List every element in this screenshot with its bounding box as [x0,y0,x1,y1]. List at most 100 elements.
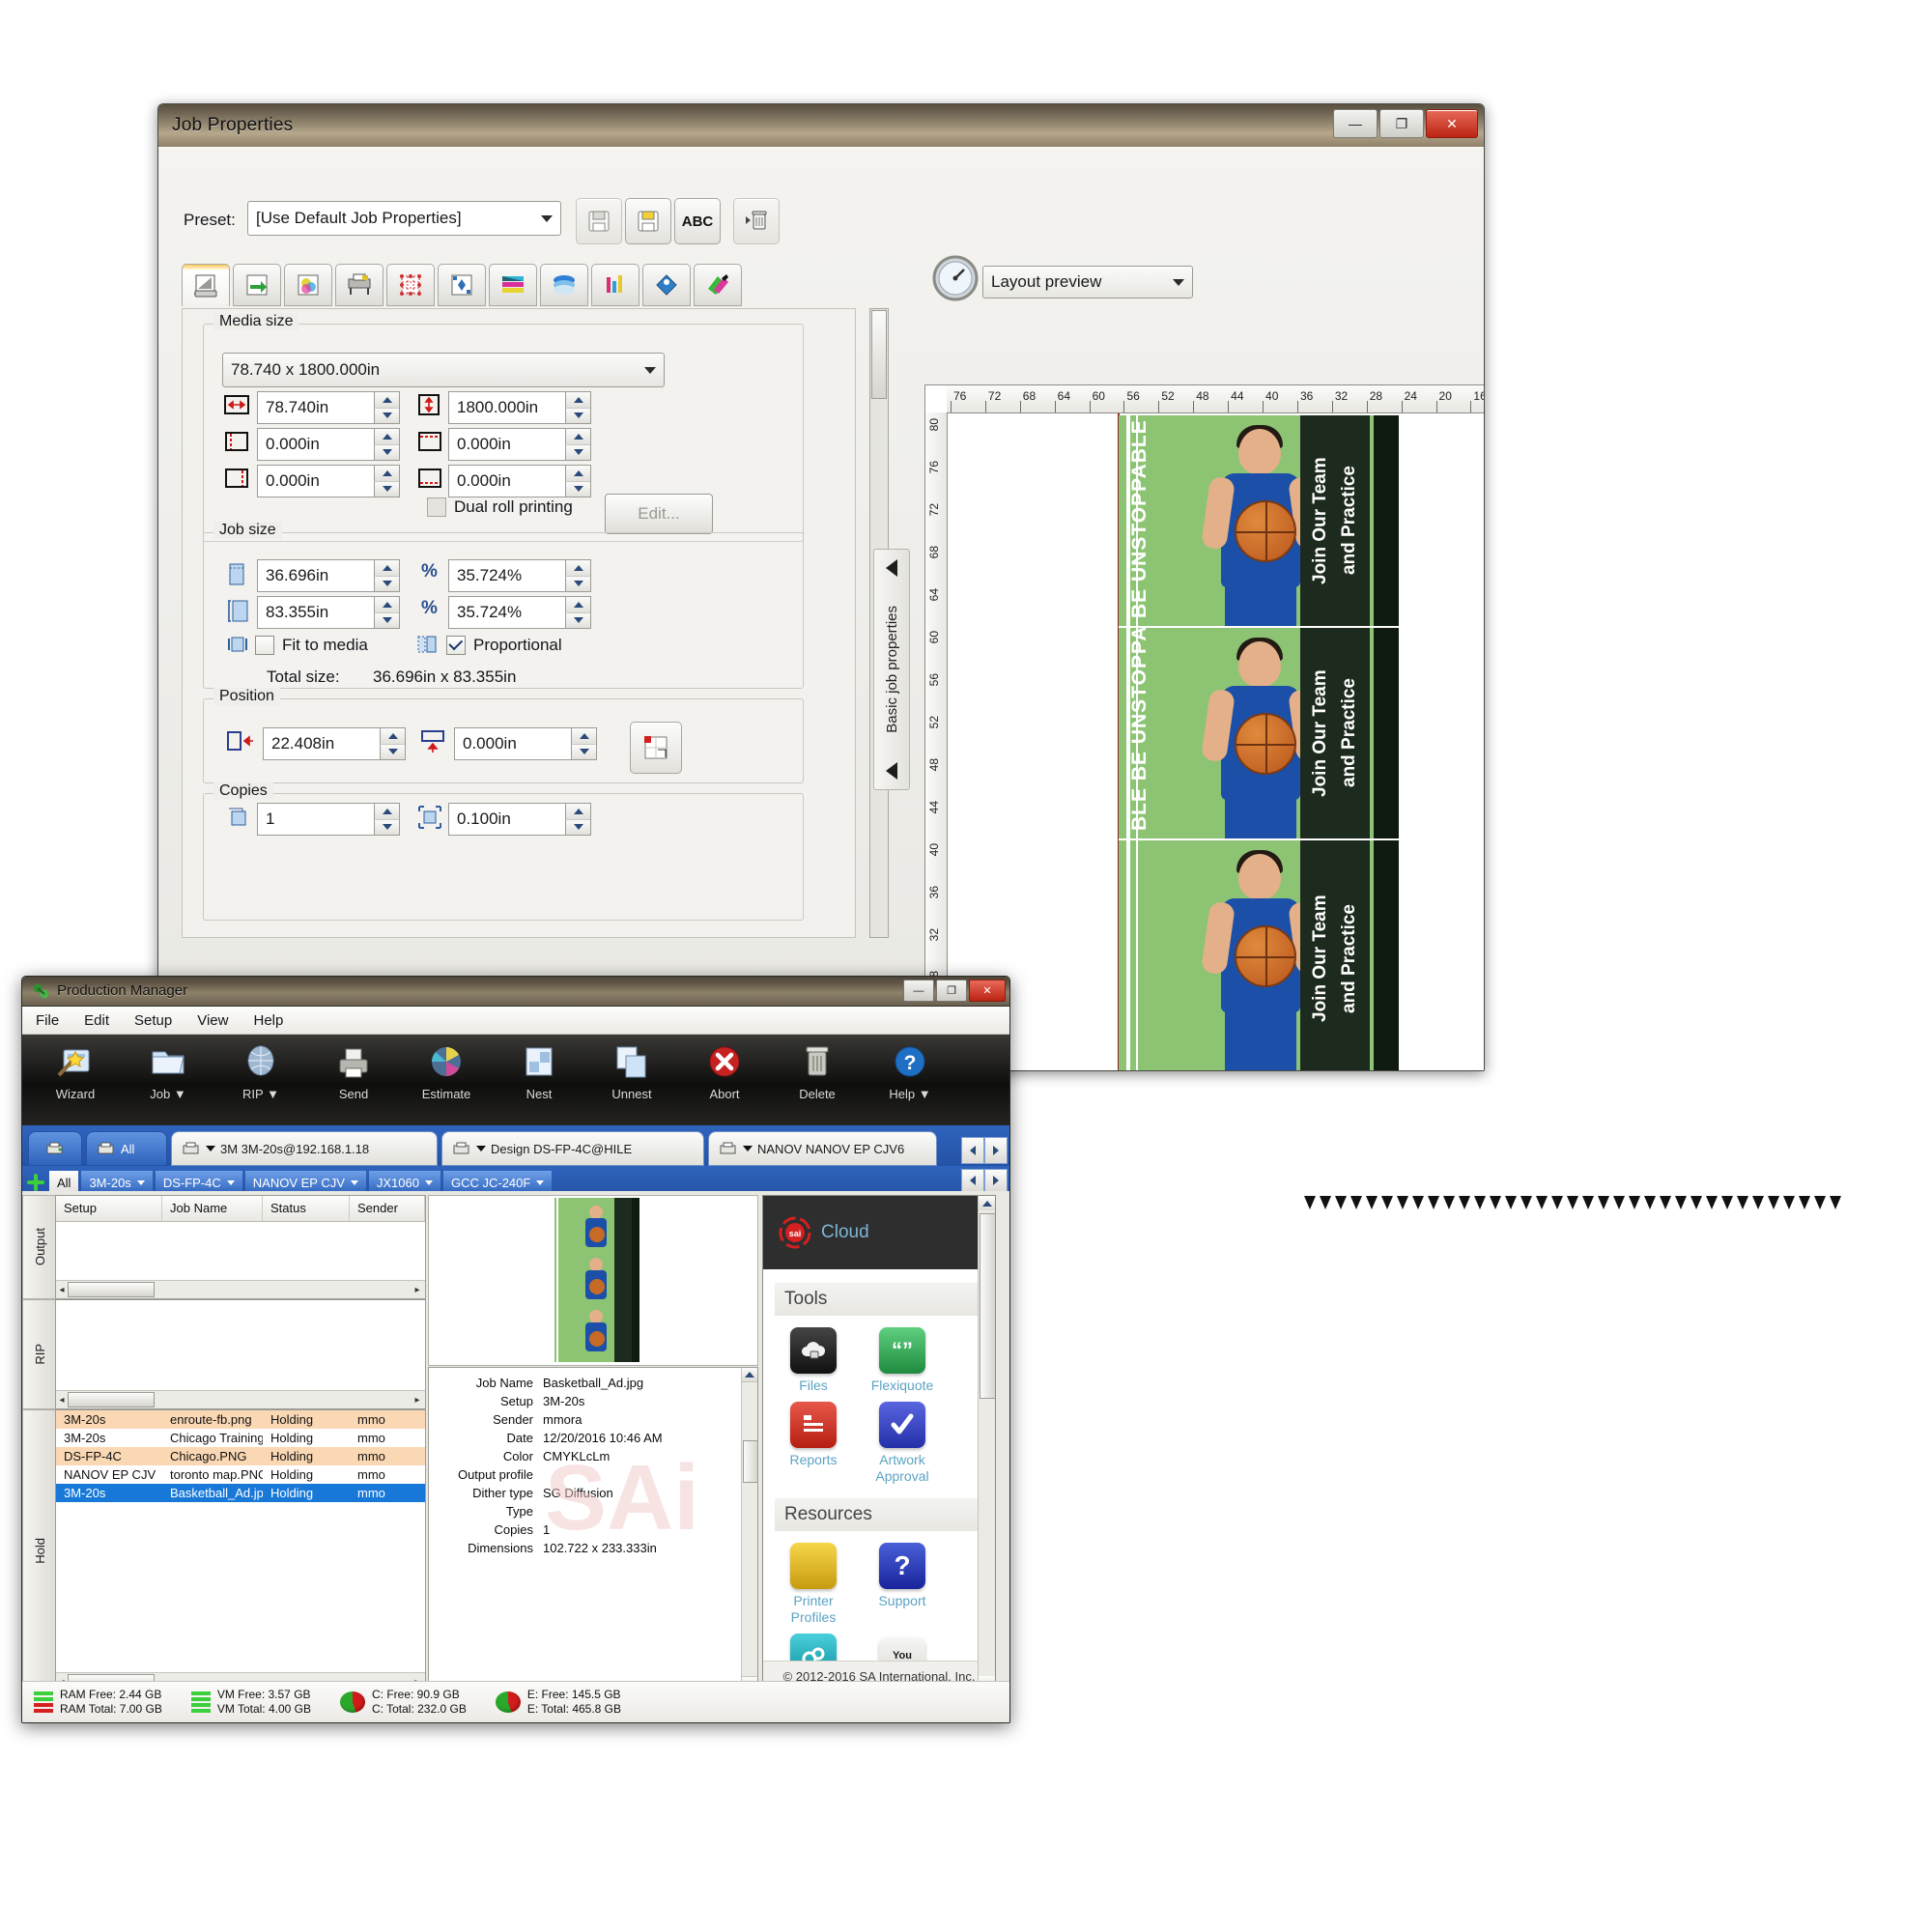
toolbar-abort-button[interactable]: Abort [689,1040,760,1101]
table-row[interactable]: 3M-20s Basketball_Ad.jpg Holding mmo [56,1484,425,1502]
toolbar-delete-button[interactable]: Delete [781,1040,853,1101]
job-height-input[interactable]: 83.355in [257,596,400,629]
media-edit-button[interactable]: Edit... [605,494,713,534]
job-height-percent-stepper[interactable] [565,597,590,628]
job-height-stepper[interactable] [374,597,399,628]
table-row[interactable]: NANOV EP CJV toronto map.PNG Holding mmo [56,1465,425,1484]
margin-left-input[interactable]: 0.000in [257,428,400,461]
copies-spacing-stepper[interactable] [565,804,590,835]
printer-tab-icon[interactable] [335,264,384,306]
chevron-down-icon[interactable] [206,1146,215,1151]
sidebar-item-rip[interactable]: RIP [22,1299,56,1409]
media-width-stepper[interactable] [374,392,399,423]
scroll-right-arrow-icon[interactable]: ▸ [410,1395,425,1406]
margin-bottom-input[interactable]: 0.000in [448,465,591,497]
chevron-down-icon[interactable] [743,1146,753,1151]
menu-help[interactable]: Help [253,1012,283,1029]
registration-tab-icon[interactable] [438,264,486,306]
setup-tab-row-primary[interactable]: All 3M 3M-20s@192.168.1.18 Design DS-FP-… [22,1125,1009,1166]
toolbar-job-button[interactable]: Job ▼ [132,1040,204,1101]
collapse-left-arrow-icon[interactable] [886,559,897,577]
margin-bottom-stepper[interactable] [565,466,590,497]
production-manager-toolbar[interactable]: Wizard Job ▼ RIP ▼ Send Estimate Nest Un… [22,1035,1009,1125]
tiling-tab-icon[interactable] [386,264,435,306]
toolbar-send-button[interactable]: Send [318,1040,389,1101]
layout-preview[interactable]: 7672686460565248444036322824201612840 80… [924,384,1484,1070]
position-y-input[interactable]: 0.000in [454,727,597,760]
copies-count-input[interactable]: 1 [257,803,400,836]
colorcorrect-tab-icon[interactable] [694,264,742,306]
setup-tab-all[interactable]: All [86,1131,167,1166]
rip-grid-hscrollbar[interactable]: ◂ ▸ [56,1390,425,1408]
add-setup-button[interactable] [22,1174,49,1191]
rotate-tab-icon[interactable] [233,264,281,306]
proportional-checkbox[interactable]: Proportional [446,636,562,655]
cloud-tile-reports[interactable]: Reports [773,1402,854,1485]
job-properties-window[interactable]: Job Properties — ❐ ✕ Preset: [Use Defaul… [157,103,1485,1071]
color-tab-icon[interactable] [284,264,332,306]
media-height-input[interactable]: 1800.000in [448,391,591,424]
position-x-input[interactable]: 22.408in [263,727,406,760]
scroll-right-arrow-icon[interactable]: ▸ [410,1285,425,1295]
margin-top-stepper[interactable] [565,429,590,460]
job-properties-tabstrip[interactable] [182,264,745,306]
production-manager-menubar[interactable]: File Edit Setup View Help [22,1007,1009,1035]
hold-queue-grid[interactable]: 3M-20s enroute-fb.png Holding mmo 3M-20s Chic… [55,1409,426,1691]
cloud-tools-tiles[interactable]: Files “” Flexiquote Reports Artwork Appr… [763,1320,995,1485]
job-height-percent-input[interactable]: 35.724% [448,596,591,629]
artwork-panel[interactable]: BE UNSTOPPABLE Join Our Team and Practice [1119,415,1399,628]
margin-right-stepper[interactable] [374,466,399,497]
setup-tab-design[interactable]: Design DS-FP-4C@HILE [441,1131,704,1166]
media-width-input[interactable]: 78.740in [257,391,400,424]
artwork-panel[interactable]: Join Our Team and Practice [1119,840,1399,1070]
setup-tab-nanov[interactable]: NANOV NANOV EP CJV6 [708,1131,937,1166]
output-grid-hscrollbar[interactable]: ◂ ▸ [56,1280,425,1298]
copies-spacing-input[interactable]: 0.100in [448,803,591,836]
job-width-stepper[interactable] [374,560,399,591]
maximize-button[interactable]: ❐ [1379,109,1424,138]
column-status[interactable]: Status [263,1196,350,1221]
column-job-name[interactable]: Job Name [162,1196,263,1221]
toolbar-help-button[interactable]: ? Help ▼ [874,1040,946,1101]
cloud-scroll-up[interactable] [979,1196,995,1210]
table-row[interactable]: DS-FP-4C Chicago.PNG Holding mmo [56,1447,425,1465]
fit-to-media-checkbox[interactable]: Fit to media [255,636,368,655]
artwork-panel[interactable]: BLE BE UNSTOPPABLE Join Our Team and Prac… [1119,628,1399,840]
copies-count-stepper[interactable] [374,804,399,835]
close-button[interactable]: ✕ [1426,109,1478,138]
job-width-percent-input[interactable]: 35.724% [448,559,591,592]
ink-tab-icon[interactable] [591,264,639,306]
panel-scrollbar-thumb[interactable] [871,310,887,399]
position-x-stepper[interactable] [380,728,405,759]
menu-setup[interactable]: Setup [134,1012,172,1029]
fit-to-media-checkbox-box[interactable] [255,636,274,655]
sidebar-item-hold[interactable]: Hold [22,1409,56,1691]
scroll-left-arrow-icon[interactable]: ◂ [56,1395,68,1406]
column-sender[interactable]: Sender [350,1196,425,1221]
save-as-preset-button[interactable] [625,198,671,244]
job-width-percent-stepper[interactable] [565,560,590,591]
grid-header[interactable]: Setup Job Name Status Sender [56,1196,425,1222]
tab-scroll-right-button[interactable] [984,1137,1008,1164]
pm-minimize-button[interactable]: — [903,980,934,1002]
pm-close-button[interactable]: ✕ [969,980,1006,1002]
toolbar-unnest-button[interactable]: Unnest [596,1040,668,1101]
scroll-left-arrow-icon[interactable]: ◂ [56,1285,68,1295]
job-details-panel[interactable]: Job Name Basketball_Ad.jpg Setup 3M-20s Send… [428,1367,758,1691]
production-manager-titlebar[interactable]: Production Manager — ❐ ✕ [22,977,1009,1007]
toolbar-wizard-button[interactable]: Wizard [40,1040,111,1101]
sidebar-item-output[interactable]: Output [22,1195,56,1299]
cloud-tile-flexiquote[interactable]: “” Flexiquote [862,1327,943,1394]
setup-tab-3m[interactable]: 3M 3M-20s@192.168.1.18 [171,1131,438,1166]
cloud-tile-printer-profiles[interactable]: Printer Profiles [773,1543,854,1626]
menu-view[interactable]: View [197,1012,228,1029]
cloud-tile-support[interactable]: ? Support [862,1543,943,1626]
output-queue-grid[interactable]: Setup Job Name Status Sender ◂ ▸ [55,1195,426,1299]
pm-maximize-button[interactable]: ❐ [936,980,967,1002]
toolbar-rip-button[interactable]: RIP ▼ [225,1040,297,1101]
preview-canvas[interactable]: BE UNSTOPPABLE Join Our Team and Practice… [948,413,1484,1070]
rip-queue-grid[interactable]: ◂ ▸ [55,1299,426,1409]
basic-job-properties-splitter[interactable]: Basic job properties [873,549,910,790]
detail-scroll-thumb[interactable] [743,1440,757,1483]
column-setup[interactable]: Setup [56,1196,162,1221]
